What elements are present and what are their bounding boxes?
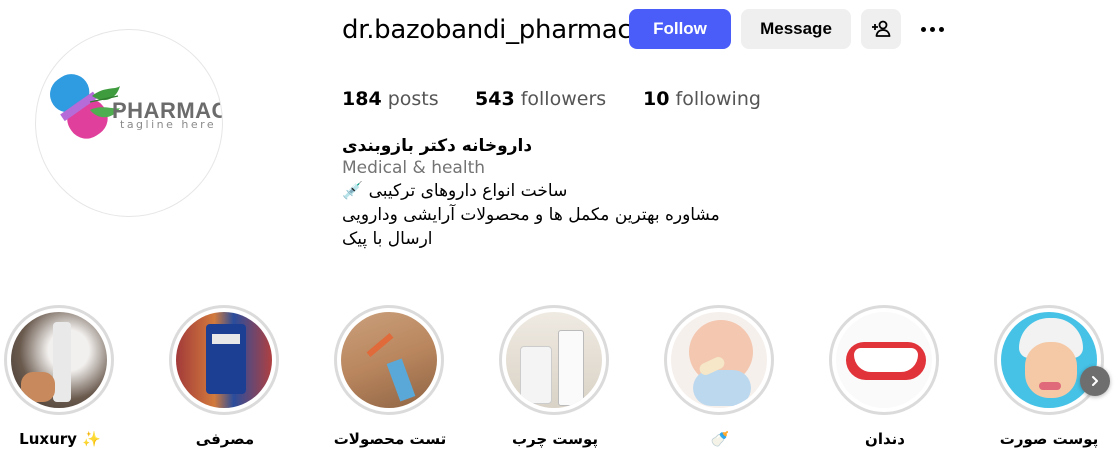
highlight-masrafi[interactable] [169,305,279,415]
profile-full-name: داروخانه دکتر بازوبندی [342,136,533,156]
more-icon-dot [929,26,935,32]
highlight-label: پوست چرب [511,430,599,448]
bio-line: مشاوره بهترین مکمل ها و محصولات آرایشی و… [342,205,720,225]
highlight-baby[interactable] [664,305,774,415]
highlight-label: Luxury ✨ [19,430,101,448]
following-label: following [675,88,761,110]
following-stat[interactable]: 10 following [643,87,761,111]
highlights-next-button[interactable] [1080,366,1110,396]
bio-line: ساخت انواع داروهای ترکیبی 💉 [342,181,568,201]
chevron-right-icon [1092,376,1098,386]
logo-tagline: tagline here [120,118,217,131]
more-icon [920,26,926,32]
highlight-label: دندان [865,430,905,448]
highlight-label: تست محصولات [333,430,447,448]
highlight-product-test[interactable] [334,305,444,415]
highlight-cover-image [1001,312,1097,408]
highlight-cover-image [11,312,107,408]
more-icon-dot [938,26,944,32]
highlight-luxury[interactable] [4,305,114,415]
followers-count: 543 [475,88,515,110]
message-button[interactable]: Message [741,9,851,49]
profile-username: dr.bazobandi_pharmacy [342,15,647,45]
highlight-label: 🍼 [710,430,730,448]
highlight-cover-image [176,312,272,408]
following-count: 10 [643,88,670,110]
highlight-cover-image [506,312,602,408]
options-button[interactable] [914,9,950,49]
highlight-cover-image [671,312,767,408]
highlight-teeth[interactable] [829,305,939,415]
posts-count: 184 [342,88,382,110]
posts-stat: 184 posts [342,87,439,111]
highlight-label: مصرفی [195,430,255,448]
profile-category: Medical & health [342,158,486,178]
highlight-oily-skin[interactable] [499,305,609,415]
followers-stat[interactable]: 543 followers [475,87,606,111]
highlight-cover-image [836,312,932,408]
posts-label: posts [387,88,439,110]
bio-line: ارسال با پیک [342,229,433,249]
follow-button[interactable]: Follow [629,9,731,49]
highlight-face-skin[interactable] [994,305,1104,415]
highlight-cover-image [341,312,437,408]
highlight-label: پوست صورت [999,430,1099,448]
add-person-icon [872,20,891,37]
profile-avatar[interactable]: PHARMACY tagline here [35,29,223,217]
suggested-accounts-button[interactable] [861,9,901,49]
followers-label: followers [520,88,607,110]
